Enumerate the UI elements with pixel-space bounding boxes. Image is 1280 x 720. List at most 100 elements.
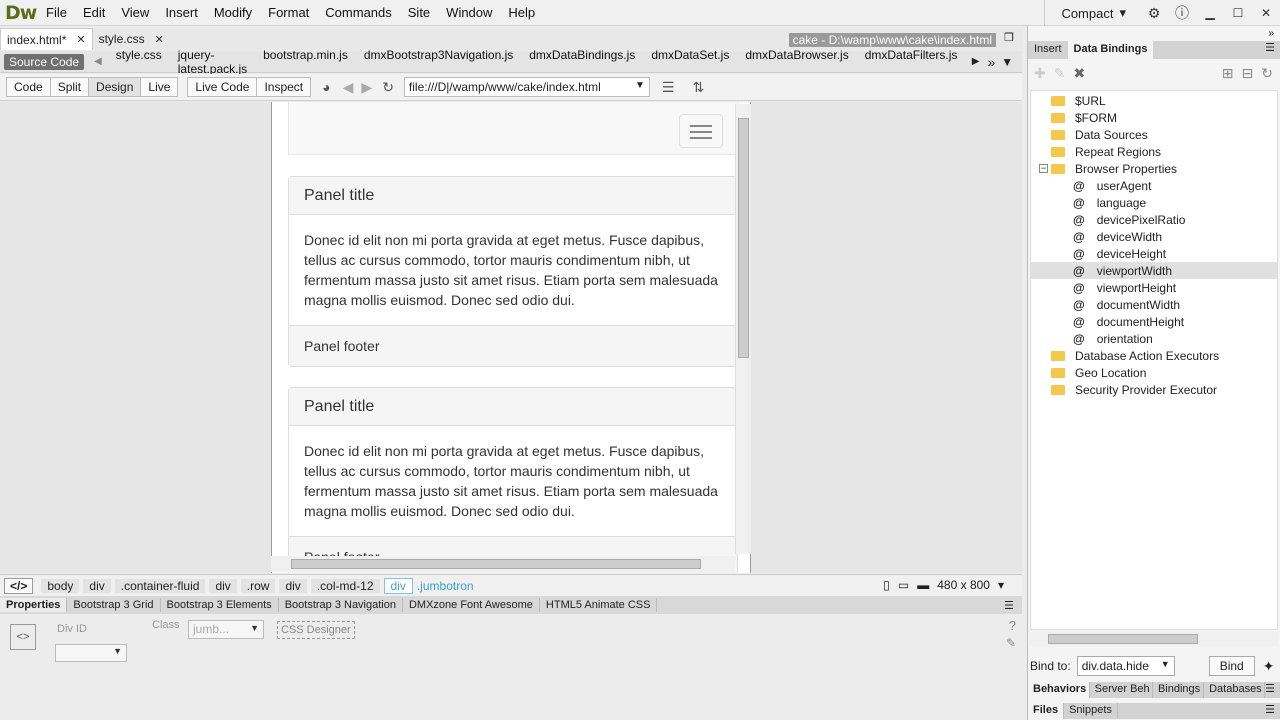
- refresh-icon[interactable]: ↻: [382, 79, 394, 96]
- help-icon[interactable]: ?: [1009, 618, 1016, 633]
- tree-property[interactable]: @ language: [1031, 194, 1277, 211]
- panel-menu-icon[interactable]: ☰: [1265, 703, 1275, 719]
- info-icon[interactable]: ⓘ: [1168, 0, 1196, 26]
- close-button[interactable]: ✕: [1252, 0, 1280, 26]
- menu-commands[interactable]: Commands: [317, 5, 399, 20]
- edit-icon[interactable]: ✎: [1054, 65, 1066, 82]
- mobile-icon[interactable]: ▯: [883, 578, 890, 592]
- magic-wand-icon[interactable]: ✦: [1263, 658, 1275, 675]
- window-size[interactable]: 480 x 800: [937, 578, 990, 592]
- tag-active-class[interactable]: .jumbotron: [417, 579, 474, 593]
- tree-folder[interactable]: Geo Location: [1031, 364, 1277, 381]
- forward-arrow-icon[interactable]: ▶: [361, 79, 372, 96]
- code-toggle-button[interactable]: </>: [4, 577, 34, 594]
- bind-button[interactable]: Bind: [1208, 656, 1255, 676]
- tab-index-html[interactable]: index.html* ✕: [0, 28, 93, 50]
- prev-arrow-icon[interactable]: ◀: [94, 56, 102, 67]
- tag-active-div[interactable]: div: [383, 577, 413, 594]
- tree-property[interactable]: @ viewportHeight: [1031, 279, 1277, 296]
- tree-folder[interactable]: Repeat Regions: [1031, 143, 1277, 160]
- related-file[interactable]: dmxDataBrowser.js: [737, 48, 856, 76]
- menu-insert[interactable]: Insert: [157, 5, 206, 20]
- tab-files[interactable]: Files: [1028, 703, 1065, 719]
- tree-folder[interactable]: Data Sources: [1031, 126, 1277, 143]
- back-arrow-icon[interactable]: ◀: [343, 79, 354, 96]
- menu-window[interactable]: Window: [438, 5, 500, 20]
- menu-modify[interactable]: Modify: [206, 5, 260, 20]
- menu-site[interactable]: Site: [400, 5, 438, 20]
- live-view-button[interactable]: Live: [140, 77, 179, 97]
- tree-property[interactable]: @ userAgent: [1031, 177, 1277, 194]
- panel-menu-icon[interactable]: ☰: [1004, 599, 1014, 612]
- tree-folder[interactable]: − Browser Properties: [1031, 160, 1277, 177]
- menu-edit[interactable]: Edit: [75, 5, 113, 20]
- tablet-icon[interactable]: ▭: [898, 578, 909, 592]
- tab-bindings[interactable]: Bindings: [1153, 682, 1205, 698]
- inspect-button[interactable]: Inspect: [256, 77, 312, 97]
- live-code-button[interactable]: Live Code: [187, 77, 258, 97]
- close-icon[interactable]: ✕: [76, 33, 85, 46]
- desktop-icon[interactable]: ▬: [917, 578, 929, 592]
- tab-snippets[interactable]: Snippets: [1064, 703, 1118, 719]
- menu-format[interactable]: Format: [260, 5, 317, 20]
- tree-property[interactable]: @ documentHeight: [1031, 313, 1277, 330]
- vertical-scrollbar[interactable]: [735, 104, 751, 554]
- tag-body[interactable]: body: [41, 578, 80, 593]
- tag-div[interactable]: div: [83, 578, 111, 593]
- expand-all-icon[interactable]: ⊞: [1222, 65, 1234, 82]
- scroll-thumb[interactable]: [738, 118, 749, 358]
- div-id-select[interactable]: ▼: [55, 644, 127, 662]
- related-file[interactable]: dmxDataSet.js: [643, 48, 737, 76]
- close-icon[interactable]: ✕: [155, 33, 164, 46]
- scroll-thumb[interactable]: [291, 559, 701, 569]
- chevron-down-icon[interactable]: ▼: [635, 80, 645, 91]
- tab-insert[interactable]: Insert: [1028, 41, 1068, 59]
- navbar-toggle-button[interactable]: [679, 114, 723, 148]
- tab-server-behaviors[interactable]: Server Beh: [1090, 682, 1153, 698]
- tree-property[interactable]: @ deviceWidth: [1031, 228, 1277, 245]
- related-file[interactable]: dmxBootstrap3Navigation.js: [356, 48, 521, 76]
- tab-bootstrap-elements[interactable]: Bootstrap 3 Elements: [161, 598, 279, 612]
- tree-property[interactable]: @ deviceHeight: [1031, 245, 1277, 262]
- related-file[interactable]: dmxDataFilters.js: [857, 48, 966, 76]
- panel-menu-icon[interactable]: ☰: [1265, 682, 1275, 698]
- tag-class[interactable]: .col-md-12: [310, 578, 380, 593]
- globe-icon[interactable]: ◕: [322, 79, 330, 95]
- more-icon[interactable]: »: [987, 54, 995, 70]
- workspace-switcher[interactable]: Compact ▾: [1044, 0, 1140, 26]
- collapse-all-icon[interactable]: ⊟: [1242, 65, 1254, 82]
- tree-property[interactable]: @ devicePixelRatio: [1031, 211, 1277, 228]
- tree-folder[interactable]: $URL: [1031, 92, 1277, 109]
- horizontal-scrollbar[interactable]: [271, 556, 735, 572]
- tag-class[interactable]: .container-fluid: [114, 578, 206, 593]
- related-file[interactable]: style.css: [108, 48, 170, 76]
- add-icon[interactable]: ✚: [1034, 65, 1046, 82]
- expand-icon[interactable]: »: [1268, 28, 1274, 39]
- related-file[interactable]: bootstrap.min.js: [255, 48, 356, 76]
- menu-file[interactable]: File: [38, 5, 75, 20]
- tag-div[interactable]: div: [209, 578, 237, 593]
- code-view-button[interactable]: Code: [6, 77, 51, 97]
- tree-folder[interactable]: $FORM: [1031, 109, 1277, 126]
- filter-icon[interactable]: ▼: [1001, 55, 1013, 69]
- design-view-button[interactable]: Design: [88, 77, 142, 97]
- split-view-button[interactable]: Split: [49, 77, 90, 97]
- maximize-button[interactable]: ☐: [1224, 0, 1252, 26]
- collapse-icon[interactable]: −: [1039, 164, 1048, 173]
- sync-icon[interactable]: ⚙: [1140, 0, 1168, 26]
- sort-icon[interactable]: ⇅: [692, 79, 704, 96]
- tab-bootstrap-navigation[interactable]: Bootstrap 3 Navigation: [279, 598, 403, 612]
- tree-property[interactable]: @ viewportWidth: [1031, 262, 1277, 279]
- view-options-icon[interactable]: ☰: [662, 79, 675, 96]
- class-select[interactable]: jumb... ▼: [188, 620, 264, 639]
- address-input[interactable]: file:///D|/wamp/www/cake/index.html ▼: [403, 77, 650, 97]
- tab-bootstrap-grid[interactable]: Bootstrap 3 Grid: [67, 598, 161, 612]
- tag-class[interactable]: .row: [240, 578, 276, 593]
- refresh-icon[interactable]: ↻: [1261, 65, 1273, 82]
- next-arrow-icon[interactable]: ▶: [972, 56, 980, 67]
- tab-animate-css[interactable]: HTML5 Animate CSS: [540, 598, 658, 612]
- tree-folder[interactable]: Database Action Executors: [1031, 347, 1277, 364]
- minimize-button[interactable]: ▁: [1196, 0, 1224, 26]
- delete-icon[interactable]: ✖: [1073, 65, 1085, 82]
- tab-properties[interactable]: Properties: [0, 598, 68, 612]
